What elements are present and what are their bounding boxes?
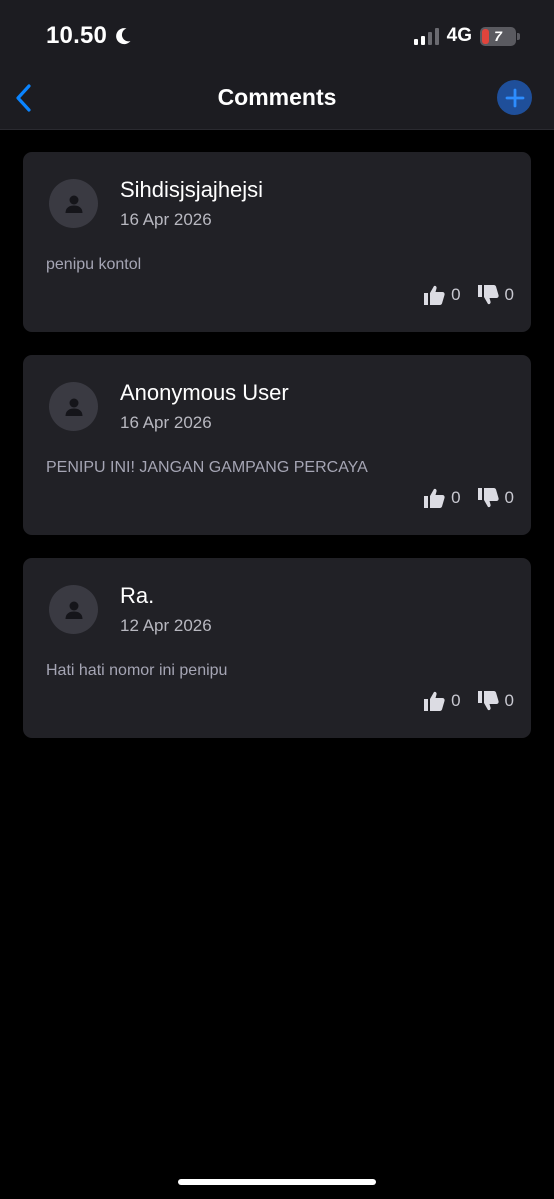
comment-card: Sihdisjsjajhejsi 16 Apr 2026 penipu kont… <box>23 152 531 332</box>
thumbs-up-icon <box>424 285 445 305</box>
thumbs-down-icon <box>477 488 499 508</box>
comment-card: Anonymous User 16 Apr 2026 PENIPU INI! J… <box>23 355 531 535</box>
network-type: 4G <box>446 25 472 46</box>
comment-author: Sihdisjsjajhejsi <box>120 177 264 202</box>
comment-author: Ra. <box>120 583 155 608</box>
like-count: 0 <box>451 285 461 304</box>
status-time-text: 10.50 <box>46 22 108 49</box>
vote-controls: 0 0 <box>423 284 514 306</box>
dislike-count: 0 <box>504 488 514 507</box>
avatar <box>49 179 98 228</box>
thumbs-down-icon <box>477 285 499 305</box>
vote-controls: 0 0 <box>423 487 514 509</box>
thumbs-up-icon <box>424 488 445 508</box>
comment-list: Sihdisjsjajhejsi 16 Apr 2026 penipu kont… <box>23 152 531 761</box>
like-button[interactable]: 0 <box>423 690 461 712</box>
add-comment-button[interactable] <box>497 80 532 115</box>
user-icon <box>65 195 82 213</box>
page-title: Comments <box>217 84 337 110</box>
moon-icon <box>116 28 131 45</box>
comment-card: Ra. 12 Apr 2026 Hati hati nomor ini peni… <box>23 558 531 738</box>
comments-screen: 10.50 4G 7 Comments Sihdisjsjajhejsi 16 … <box>0 0 554 1199</box>
battery-icon: 7 <box>480 26 520 46</box>
avatar <box>49 382 98 431</box>
plus-icon <box>505 88 524 107</box>
battery-level: 7 <box>494 28 502 44</box>
dislike-button[interactable]: 0 <box>477 284 514 306</box>
like-count: 0 <box>451 488 461 507</box>
comment-text: penipu kontol <box>46 256 142 273</box>
signal-icon <box>413 27 439 45</box>
thumbs-up-icon <box>424 691 445 711</box>
user-icon <box>65 398 82 416</box>
like-button[interactable]: 0 <box>423 284 461 306</box>
comment-date: 12 Apr 2026 <box>120 616 212 635</box>
comment-date: 16 Apr 2026 <box>120 413 212 432</box>
comment-text: PENIPU INI! JANGAN GAMPANG PERCAYA <box>46 459 368 476</box>
vote-controls: 0 0 <box>423 690 514 712</box>
comment-date: 16 Apr 2026 <box>120 210 212 229</box>
home-indicator[interactable] <box>178 1179 376 1185</box>
comment-author: Anonymous User <box>120 380 289 405</box>
user-icon <box>65 601 82 619</box>
like-button[interactable]: 0 <box>423 487 461 509</box>
avatar <box>49 585 98 634</box>
status-time: 10.50 <box>46 22 133 50</box>
like-count: 0 <box>451 691 461 710</box>
dislike-button[interactable]: 0 <box>477 487 514 509</box>
dislike-count: 0 <box>504 285 514 304</box>
dislike-button[interactable]: 0 <box>477 690 514 712</box>
comment-text: Hati hati nomor ini penipu <box>46 662 228 679</box>
status-indicators: 4G 7 <box>413 25 520 47</box>
dislike-count: 0 <box>504 691 514 710</box>
top-bar: 10.50 4G 7 Comments <box>0 0 554 130</box>
thumbs-down-icon <box>477 691 499 711</box>
